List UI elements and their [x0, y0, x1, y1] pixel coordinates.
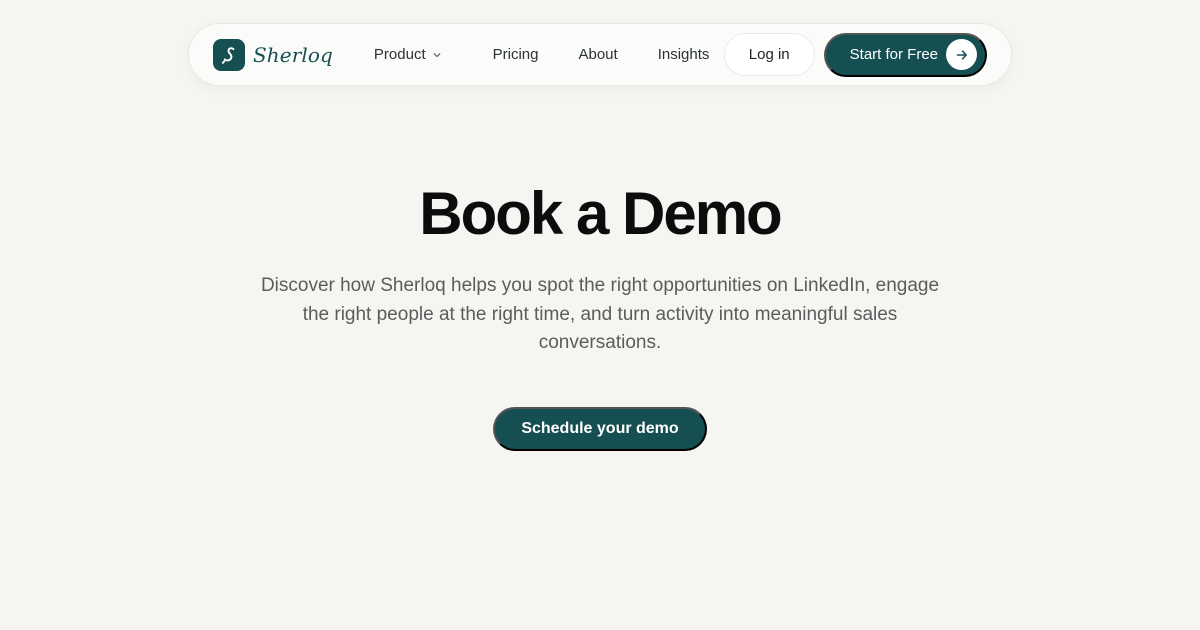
arrow-right-icon [946, 39, 977, 70]
login-button-label: Log in [748, 46, 790, 63]
nav-link-insights[interactable]: Insights [658, 46, 710, 63]
sherloq-s-mark-icon [213, 38, 245, 71]
brand-logo-link[interactable]: Sherloq [213, 38, 333, 71]
nav-link-about[interactable]: About [578, 46, 617, 63]
nav-links: Product Pricing About Insights [374, 46, 709, 63]
hero-section: Book a Demo Discover how Sherloq helps y… [0, 180, 1200, 451]
schedule-demo-label: Schedule your demo [521, 419, 679, 437]
schedule-demo-button[interactable]: Schedule your demo [493, 406, 707, 451]
brand-name: Sherloq [253, 42, 333, 67]
page-title: Book a Demo [419, 180, 782, 247]
login-button[interactable]: Log in [723, 33, 815, 76]
page: Sherloq Product Pricing About Insights L… [0, 0, 1200, 630]
nav-link-pricing[interactable]: Pricing [493, 46, 539, 63]
top-navbar: Sherloq Product Pricing About Insights L… [188, 23, 1012, 86]
nav-link-product[interactable]: Product [374, 46, 442, 63]
chevron-down-icon [432, 50, 442, 60]
nav-actions: Log in Start for Free [723, 32, 987, 77]
start-for-free-button[interactable]: Start for Free [823, 32, 987, 77]
start-for-free-label: Start for Free [849, 46, 938, 63]
hero-subtitle: Discover how Sherloq helps you spot the … [260, 275, 940, 353]
nav-link-label: Product [373, 46, 426, 63]
